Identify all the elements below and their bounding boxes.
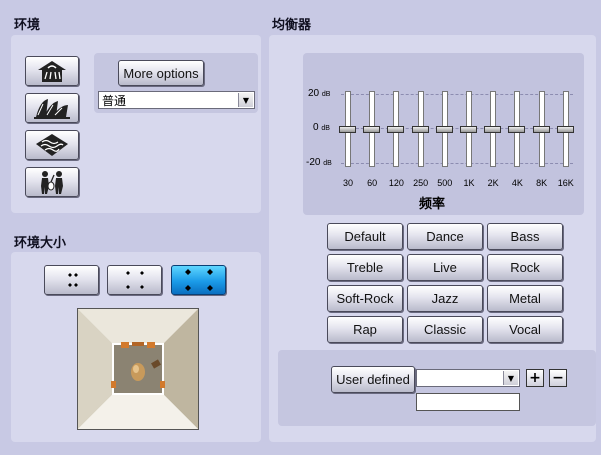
minus-icon: −: [552, 370, 564, 386]
environment-button-3[interactable]: [25, 130, 79, 160]
environment-button-4[interactable]: [25, 167, 79, 197]
size-small-button[interactable]: [44, 265, 99, 295]
opera-house-icon: [34, 99, 70, 119]
eq-preset-bass-button[interactable]: Bass: [487, 223, 563, 250]
eq-slider-knob[interactable]: [411, 126, 429, 133]
size-small-icon: [67, 273, 78, 287]
eq-preset-dance-button[interactable]: Dance: [407, 223, 483, 250]
people-music-icon: [41, 171, 63, 194]
environment-button-1[interactable]: [25, 56, 79, 86]
eq-band-label: 250: [413, 178, 429, 188]
db-label-top: 20 dB: [308, 88, 331, 99]
eq-band-label: 16K: [557, 178, 574, 188]
user-defined-button[interactable]: User defined: [331, 366, 415, 393]
user-preset-select[interactable]: ▼: [416, 369, 520, 387]
house-shower-icon: [38, 61, 66, 82]
eq-slider-knob[interactable]: [508, 126, 526, 133]
eq-slider-knob[interactable]: [532, 126, 550, 133]
wave-terrain-icon: [36, 134, 68, 156]
preset-name-input[interactable]: [416, 393, 520, 411]
environment-preset-value: 普通: [102, 93, 127, 108]
size-large-button[interactable]: [171, 265, 226, 295]
add-preset-button[interactable]: +: [526, 369, 544, 387]
environment-button-2[interactable]: [25, 93, 79, 123]
eq-slider-knob[interactable]: [387, 126, 405, 133]
eq-slider-knob[interactable]: [435, 126, 453, 133]
user-defined-group: [278, 350, 596, 426]
size-large-icon: [184, 269, 213, 291]
eq-slider-knob[interactable]: [556, 126, 574, 133]
eq-band-label: 120: [388, 178, 404, 188]
size-medium-button[interactable]: [107, 265, 162, 295]
eq-preset-vocal-button[interactable]: Vocal: [487, 316, 563, 343]
size-medium-icon: [125, 271, 144, 289]
remove-preset-button[interactable]: −: [549, 369, 567, 387]
environment-size-title: 环境大小: [14, 236, 67, 251]
eq-preset-jazz-button[interactable]: Jazz: [407, 285, 483, 312]
eq-slider-knob[interactable]: [339, 126, 356, 133]
eq-preset-live-button[interactable]: Live: [407, 254, 483, 281]
plus-icon: +: [529, 370, 541, 386]
eq-band-label: 500: [437, 178, 453, 188]
eq-band-label: 2K: [487, 178, 499, 188]
environment-title: 环境: [14, 18, 41, 33]
more-options-button[interactable]: More options: [118, 60, 204, 86]
eq-preset-default-button[interactable]: Default: [327, 223, 403, 250]
eq-preset-soft-rock-button[interactable]: Soft-Rock: [327, 285, 403, 312]
eq-band-label: 4K: [511, 178, 523, 188]
eq-band-label: 1K: [463, 178, 475, 188]
room-preview: [77, 308, 199, 430]
eq-band-label: 8K: [536, 178, 548, 188]
eq-slider-knob[interactable]: [460, 126, 477, 133]
eq-slider-knob[interactable]: [363, 126, 381, 133]
freq-label: 频率: [419, 197, 446, 212]
db-label-mid: 0 dB: [313, 122, 330, 133]
eq-preset-rock-button[interactable]: Rock: [487, 254, 563, 281]
eq-preset-metal-button[interactable]: Metal: [487, 285, 563, 312]
eq-preset-treble-button[interactable]: Treble: [327, 254, 403, 281]
eq-preset-classic-button[interactable]: Classic: [407, 316, 483, 343]
environment-preset-select[interactable]: 普通 ▼: [98, 91, 255, 109]
eq-band-label: 60: [367, 178, 378, 188]
chevron-down-icon[interactable]: ▼: [238, 93, 253, 107]
eq-preset-rap-button[interactable]: Rap: [327, 316, 403, 343]
eq-band-label: 30: [342, 178, 353, 188]
db-label-bottom: -20 dB: [306, 157, 332, 168]
eq-slider-knob[interactable]: [484, 126, 502, 133]
chevron-down-icon[interactable]: ▼: [503, 371, 518, 385]
equalizer-graph: 20 dB 0 dB -20 dB 30 60 120 250 500 1K 2K 4K 8K 1…: [303, 53, 584, 215]
equalizer-title: 均衡器: [272, 18, 312, 33]
